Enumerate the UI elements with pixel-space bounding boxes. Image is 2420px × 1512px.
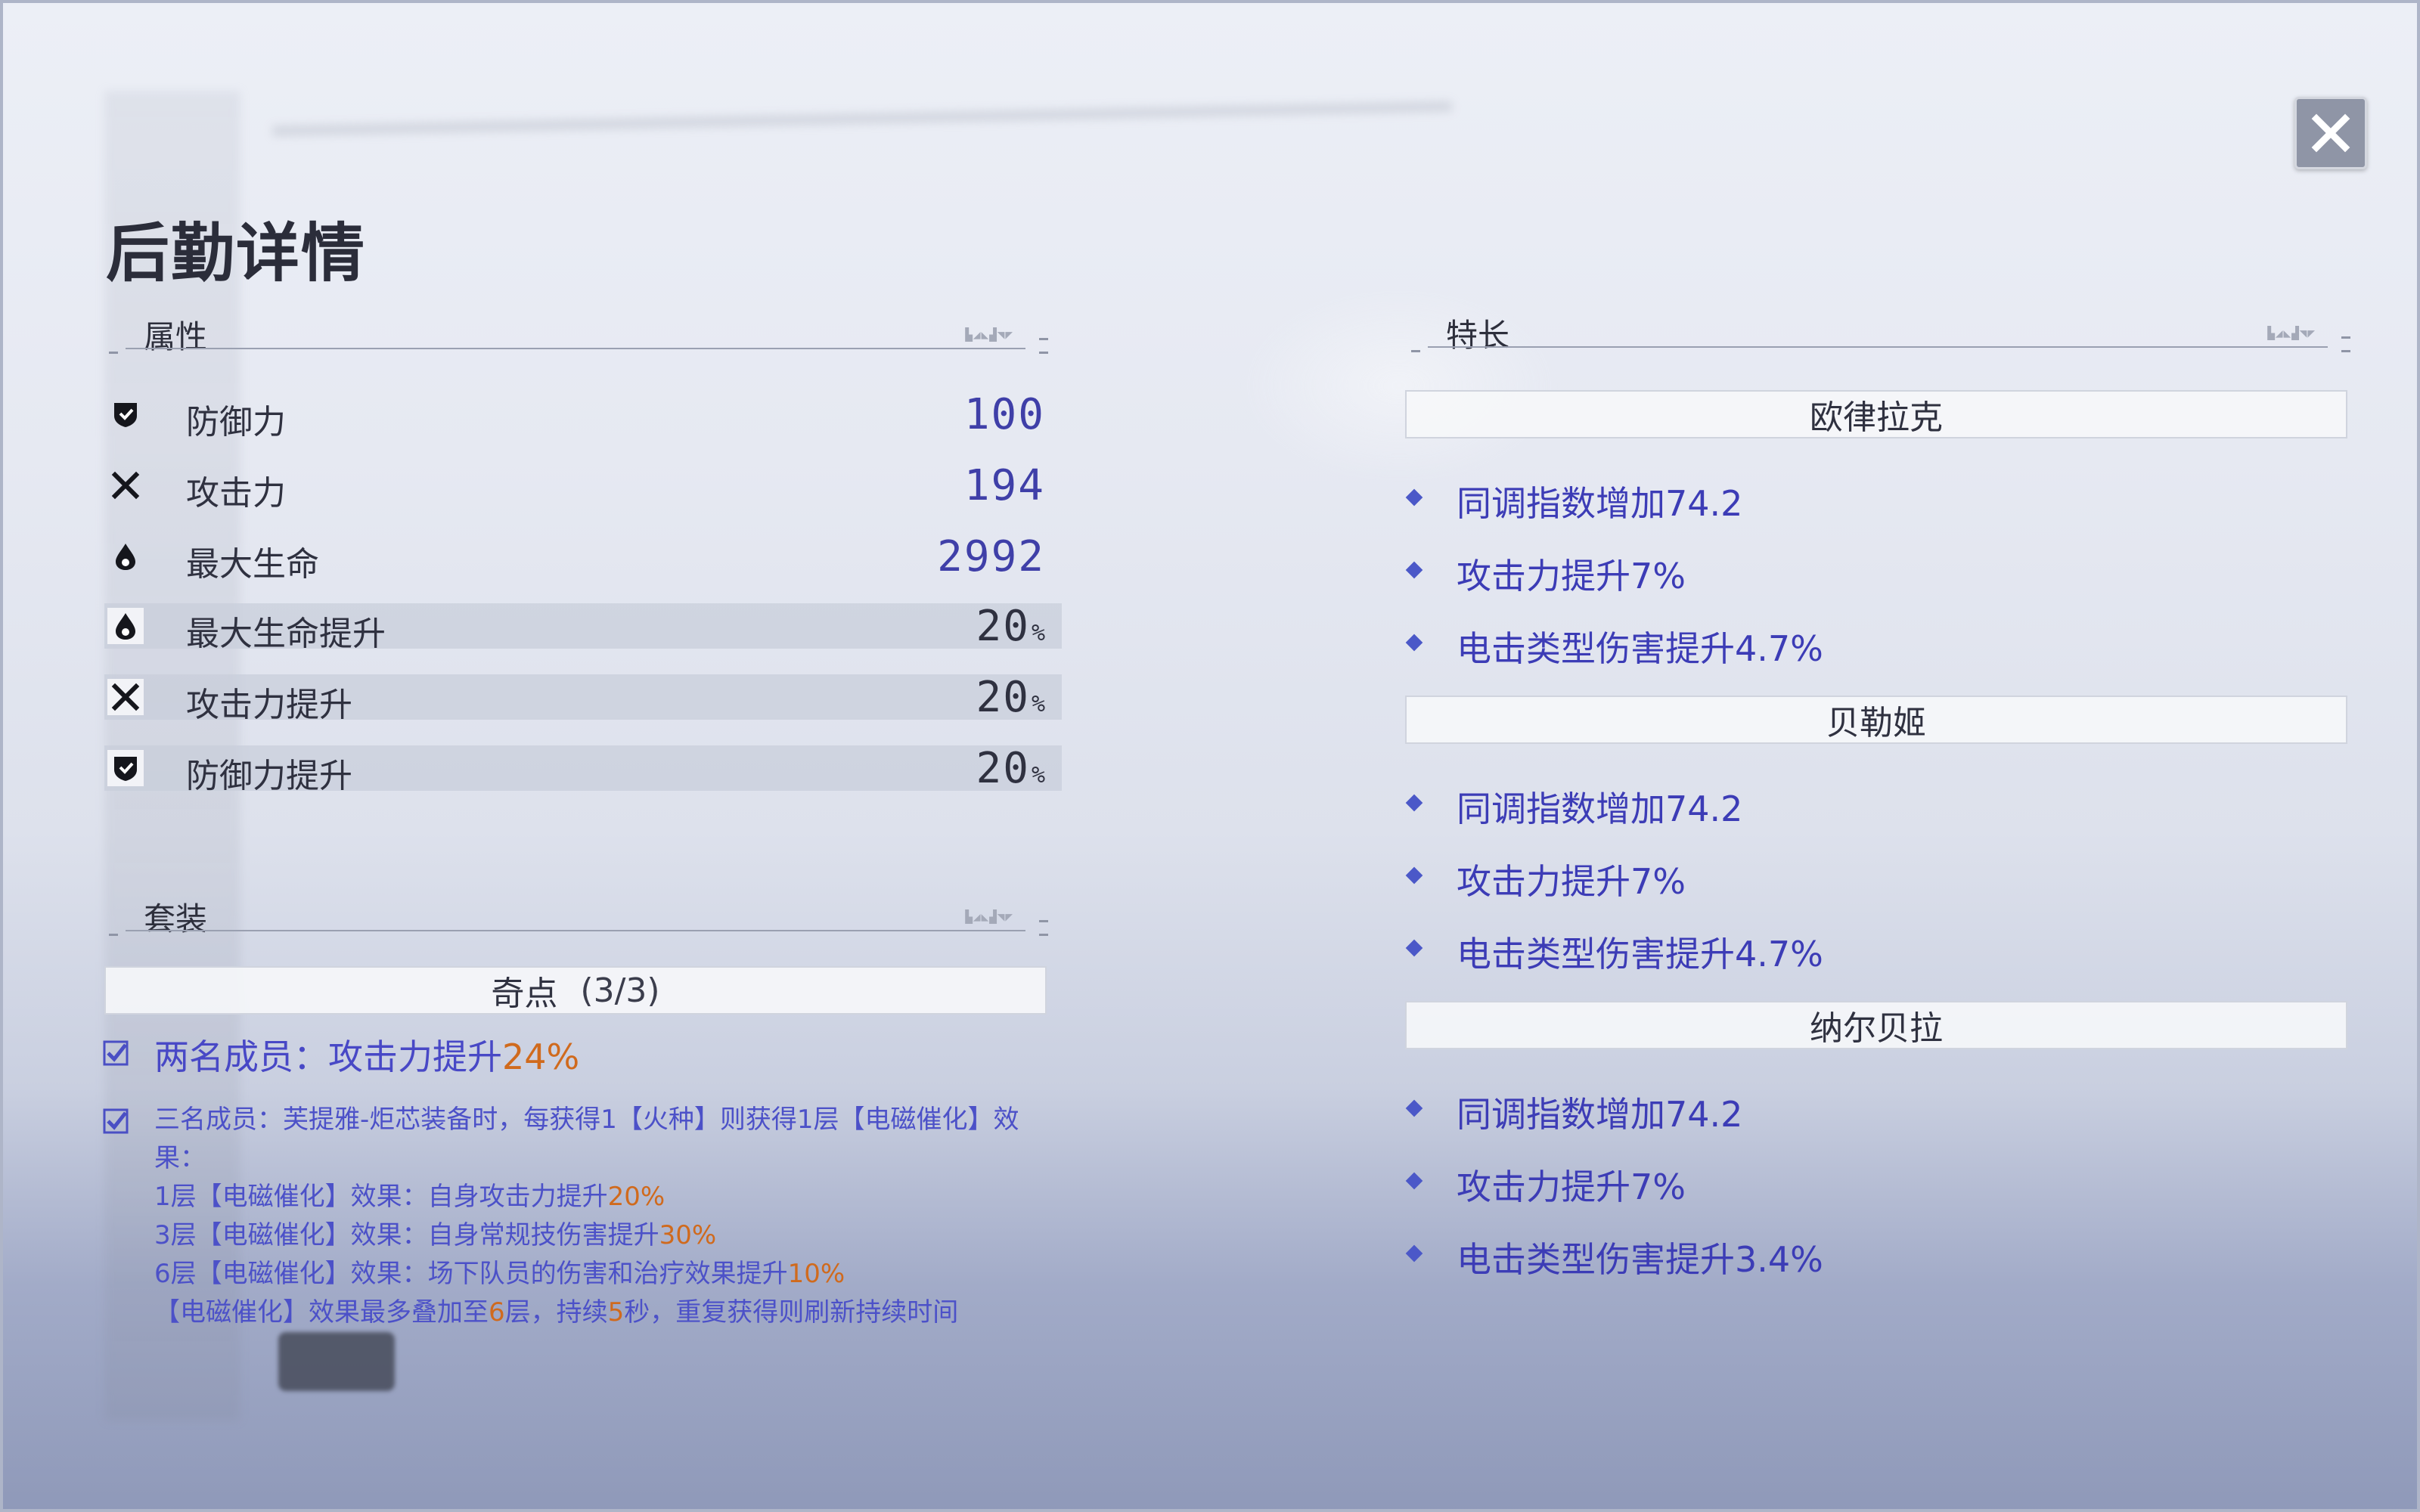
perk-text: 攻击力提升7% [1457,556,1686,596]
stat-value: 194 [963,461,1045,510]
stat-label: 攻击力提升 [186,686,352,724]
specialty-group-name: 欧律拉克 [1405,390,2347,438]
crossed-swords-icon [107,467,144,503]
header-divider [126,930,1025,931]
effect-line: 1层【电磁催化】效果：自身攻击力提升20% [154,1182,666,1212]
set-section-header: 套装 ▙◢◣▟◥◤ [109,894,1048,937]
stat-row-max-hp: 最大生命 2992 [104,532,1062,584]
stat-row-attack-bonus: 攻击力提升 20% [104,673,1062,724]
diamond-bullet-icon [1405,488,1423,507]
header-decoration: ▙◢◣▟◥◤ [965,327,1013,342]
effect-line: 【电磁催化】效果最多叠加至6层，持续5秒，重复获得则刷新持续时间 [154,1297,959,1328]
diamond-bullet-icon [1405,1099,1423,1117]
stat-label: 攻击力 [186,474,286,513]
header-tick [1039,338,1048,340]
perk-text: 攻击力提升7% [1457,1167,1686,1207]
stat-value: 2992 [937,532,1045,581]
specialty-group-name: 纳尔贝拉 [1405,1001,2347,1049]
stat-value: 20% [976,744,1047,793]
stat-label: 最大生命提升 [186,615,386,653]
diamond-bullet-icon [1405,1172,1423,1190]
effect-line: 3层【电磁催化】效果：自身常规技伤害提升30% [154,1220,717,1250]
diamond-bullet-icon [1405,939,1423,957]
stat-value: 20% [976,673,1047,722]
perk-text: 攻击力提升7% [1457,861,1686,902]
drop-icon [107,538,144,575]
diamond-bullet-icon [1405,634,1423,652]
header-tick [1039,920,1048,922]
perk-text: 同调指数增加74.2 [1457,483,1743,524]
drop-icon [107,608,144,644]
perk-text: 同调指数增加74.2 [1457,1094,1743,1135]
header-tick [109,934,118,936]
diamond-bullet-icon [1405,866,1423,885]
header-tick [1039,352,1048,354]
perk-text: 同调指数增加74.2 [1457,789,1743,829]
specialties-section-header: 特长 ▙◢◣▟◥◤ [1411,310,2350,354]
header-tick [2341,336,2350,339]
checkbox-checked-icon [103,1108,129,1134]
checkbox-checked-icon [103,1040,129,1066]
stat-row-attack: 攻击力 194 [104,461,1062,513]
stat-label: 防御力 [186,403,286,442]
effect-line: 三名成员：芙提雅-炬芯装备时，每获得1【火种】则获得1层【电磁催化】效果： [154,1105,1019,1173]
stat-value: 100 [963,390,1045,439]
stat-label: 防御力提升 [186,757,352,795]
set-three-piece-effect: 三名成员：芙提雅-炬芯装备时，每获得1【火种】则获得1层【电磁催化】效果： 1层… [154,1101,1032,1332]
set-name: 奇点 [491,974,558,1013]
attributes-section-header: 属性 ▙◢◣▟◥◤ [109,311,1048,355]
set-count: (3/3) [580,971,660,1010]
header-divider [126,348,1025,349]
stat-label: 最大生命 [186,545,319,584]
perk-text: 电击类型伤害提升4.7% [1457,934,1823,974]
specialties-section-title: 特长 [1446,317,1510,354]
shield-icon [107,750,144,786]
effect-line: 6层【电磁催化】效果：场下队员的伤害和治疗效果提升10% [154,1259,845,1289]
background-blur-button [278,1332,395,1391]
crossed-swords-icon [107,679,144,715]
set-two-piece-effect: 两名成员：攻击力提升24% [154,1036,580,1077]
background-blur-line [272,101,1452,137]
perk-text: 电击类型伤害提升4.7% [1457,628,1823,669]
attributes-section-title: 属性 [144,318,208,355]
header-decoration: ▙◢◣▟◥◤ [2267,326,2316,340]
page-title: 后勤详情 [106,216,367,290]
stat-row-defense-bonus: 防御力提升 20% [104,744,1062,795]
stat-row-max-hp-bonus: 最大生命提升 20% [104,602,1062,653]
header-tick [1411,350,1420,352]
stat-value: 20% [976,602,1047,651]
header-tick [109,352,118,354]
shield-icon [107,396,144,432]
header-tick [1039,934,1048,936]
diamond-bullet-icon [1405,1244,1423,1263]
specialty-group-name: 贝勒姬 [1405,696,2347,744]
diamond-bullet-icon [1405,794,1423,812]
perk-text: 电击类型伤害提升3.4% [1457,1239,1823,1280]
header-tick [2341,350,2350,352]
close-button[interactable] [2294,97,2367,169]
header-divider [1428,346,2328,348]
header-decoration: ▙◢◣▟◥◤ [965,909,1013,924]
diamond-bullet-icon [1405,561,1423,579]
set-name-bar: 奇点 (3/3) [104,966,1047,1015]
stat-row-defense: 防御力 100 [104,390,1062,442]
close-icon [2311,113,2350,153]
set-section-title: 套装 [144,900,208,937]
